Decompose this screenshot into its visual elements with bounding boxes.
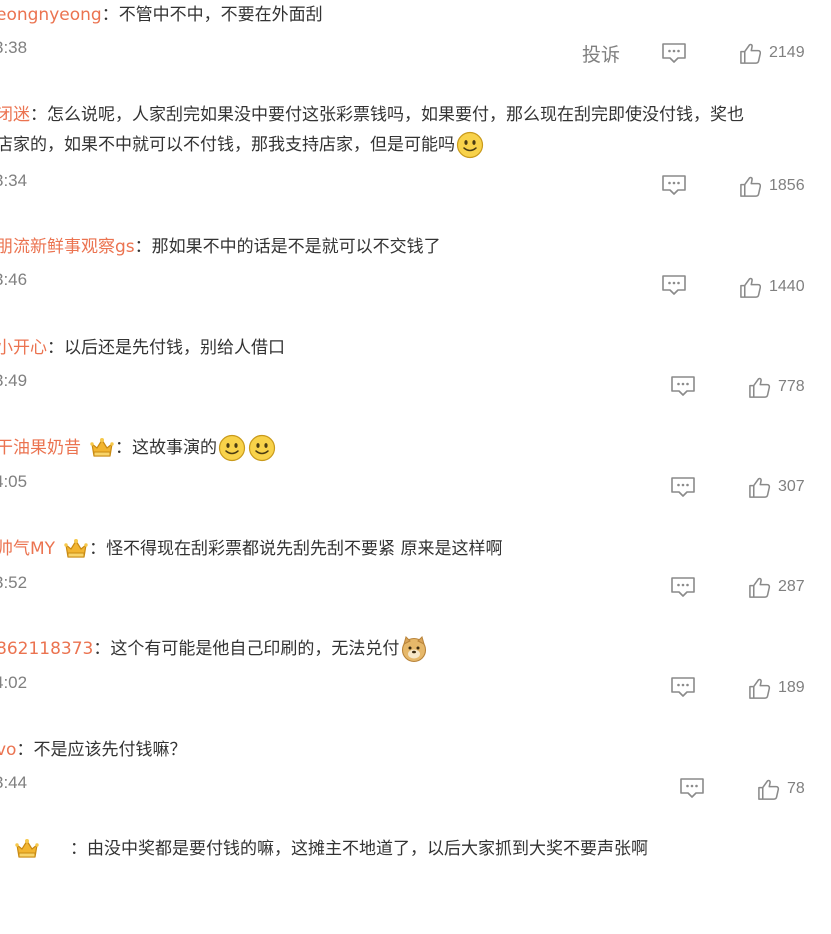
comment-line: 店家的，如果不中就可以不付钱，那我支持店家，但是可能吗	[0, 130, 831, 160]
comment-text: 店家的，如果不中就可以不付钱，那我支持店家，但是可能吗	[0, 135, 455, 155]
thumbs-up-icon	[748, 677, 771, 700]
reply-button[interactable]	[670, 576, 696, 598]
reply-button[interactable]	[670, 476, 696, 498]
comment-time: 3:34	[0, 171, 28, 190]
like-count: 287	[778, 578, 805, 595]
like-count: 307	[778, 478, 805, 495]
reply-button[interactable]	[670, 375, 696, 397]
smiley-emoji-icon	[218, 434, 246, 462]
comment-line: 小开心：以后还是先付钱，别给人借口	[0, 333, 831, 363]
thumbs-up-icon	[739, 175, 762, 198]
reply-button[interactable]	[661, 174, 687, 196]
thumbs-up-icon	[739, 42, 762, 65]
vip-crown-badge-icon	[14, 837, 40, 861]
like-button[interactable]: 189	[748, 675, 805, 701]
comment-item: vo：不是应该先付钱嘛？ 3:44 78	[0, 735, 831, 835]
comment-text: 那如果不中的话是不是就可以不交钱了	[151, 237, 441, 257]
like-button[interactable]: 307	[748, 474, 805, 500]
vip-crown-badge-icon	[89, 436, 115, 460]
comment-username[interactable]: eongnyeong	[0, 5, 102, 25]
comment-item: 862118373：这个有可能是他自己印刷的，无法兑付 4:02 189	[0, 634, 831, 734]
comment-line: 干油果奶昔 ：这故事演的	[0, 433, 831, 463]
comment-line: 朋流新鲜事观察gs：那如果不中的话是不是就可以不交钱了	[0, 232, 831, 262]
reply-button[interactable]	[670, 676, 696, 698]
comment-icon	[661, 274, 687, 296]
comment-text: 不是应该先付钱嘛？	[33, 740, 187, 760]
comment-line: vo：不是应该先付钱嘛？	[0, 735, 831, 765]
comment-username[interactable]: 朋流新鲜事观察gs	[0, 237, 135, 257]
comment-item: 朋流新鲜事观察gs：那如果不中的话是不是就可以不交钱了 3:46 1440	[0, 232, 831, 332]
thumbs-up-icon	[748, 576, 771, 599]
like-count: 78	[787, 780, 805, 797]
comment-line: eongnyeong：不管中不中，不要在外面刮	[0, 0, 831, 30]
comment-item: eongnyeong：不管中不中，不要在外面刮 3:38 投诉 2149	[0, 0, 831, 100]
comment-text: 不管中不中，不要在外面刮	[118, 5, 323, 25]
comment-line: 帅气MY ：怪不得现在刮彩票都说先刮先刮不要紧 原来是这样啊	[0, 534, 831, 564]
comment-time: 3:44	[0, 773, 28, 792]
like-count: 1856	[769, 177, 805, 194]
comment-username[interactable]: 闭迷	[0, 105, 30, 125]
comment-username[interactable]: vo	[0, 740, 16, 760]
like-count: 189	[778, 679, 805, 696]
reply-button[interactable]	[661, 274, 687, 296]
comment-username[interactable]: 干油果奶昔	[0, 438, 81, 458]
comment-item: 干油果奶昔：这故事演的 4:05 307	[0, 433, 831, 533]
thumbs-up-icon	[748, 476, 771, 499]
comment-text: 这故事演的	[132, 438, 217, 458]
comment-icon	[661, 42, 687, 64]
thumbs-up-icon	[748, 376, 771, 399]
like-button[interactable]: 1440	[739, 274, 805, 300]
comment-time: 3:52	[0, 573, 28, 592]
comment-item: 闭迷：怎么说呢，人家刮完如果没中要付这张彩票钱吗，如果要付，那么现在刮完即使没付…	[0, 100, 831, 200]
comment-username[interactable]: 862118373	[0, 639, 93, 659]
comment-text: 怪不得现在刮彩票都说先刮先刮不要紧 原来是这样啊	[106, 539, 503, 559]
comment-username[interactable]: 小开心	[0, 338, 47, 358]
comment-text: 以后还是先付钱，别给人借口	[64, 338, 285, 358]
report-button[interactable]: 投诉	[582, 40, 620, 67]
thumbs-up-icon	[757, 778, 780, 801]
comment-icon	[661, 174, 687, 196]
comment-line: ：由没中奖都是要付钱的嘛，这摊主不地道了，以后大家抓到大奖不要声张啊	[0, 834, 831, 864]
comment-icon	[679, 777, 705, 799]
like-count: 778	[778, 378, 805, 395]
comment-item: 帅气MY：怪不得现在刮彩票都说先刮先刮不要紧 原来是这样啊 3:52 287	[0, 534, 831, 634]
comment-line: 862118373：这个有可能是他自己印刷的，无法兑付	[0, 634, 831, 664]
comment-icon	[670, 676, 696, 698]
reply-button[interactable]	[679, 777, 705, 799]
comment-time: 4:05	[0, 472, 28, 491]
comment-icon	[670, 576, 696, 598]
doge-emoji-icon	[400, 635, 428, 663]
comment-text: 这个有可能是他自己印刷的，无法兑付	[110, 639, 400, 659]
comment-item: 小开心：以后还是先付钱，别给人借口 3:49 778	[0, 333, 831, 433]
like-count: 1440	[769, 278, 805, 295]
comment-item: ：由没中奖都是要付钱的嘛，这摊主不地道了，以后大家抓到大奖不要声张啊	[0, 834, 831, 934]
thumbs-up-icon	[739, 276, 762, 299]
vip-crown-badge-icon	[63, 537, 89, 561]
comment-time: 3:46	[0, 270, 28, 289]
comment-text: 怎么说呢，人家刮完如果没中要付这张彩票钱吗，如果要付，那么现在刮完即使没付钱，奖…	[47, 105, 744, 125]
like-button[interactable]: 2149	[739, 40, 805, 66]
comment-time: 3:49	[0, 371, 28, 390]
like-button[interactable]: 778	[748, 374, 805, 400]
reply-button[interactable]	[661, 42, 687, 64]
comment-line: 闭迷：怎么说呢，人家刮完如果没中要付这张彩票钱吗，如果要付，那么现在刮完即使没付…	[0, 100, 831, 130]
comment-icon	[670, 476, 696, 498]
like-count: 2149	[769, 44, 805, 61]
like-button[interactable]: 287	[748, 574, 805, 600]
comment-time: 3:38	[0, 38, 28, 57]
comment-icon	[670, 375, 696, 397]
comment-time: 4:02	[0, 673, 28, 692]
smiley-emoji-icon	[456, 131, 484, 159]
like-button[interactable]: 1856	[739, 173, 805, 199]
comment-text: 由没中奖都是要付钱的嘛，这摊主不地道了，以后大家抓到大奖不要声张啊	[87, 839, 648, 859]
smiley-emoji-icon	[248, 434, 276, 462]
like-button[interactable]: 78	[757, 776, 805, 802]
comment-username[interactable]: 帅气MY	[0, 539, 55, 559]
